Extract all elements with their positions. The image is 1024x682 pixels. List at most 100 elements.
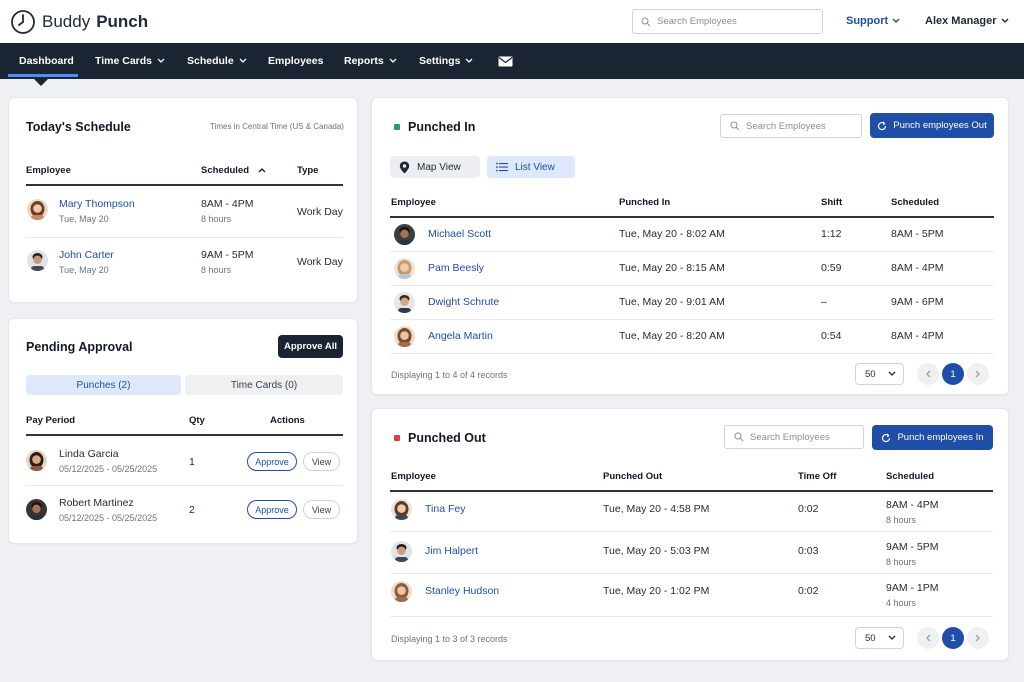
chevron-down-icon (892, 18, 900, 23)
status-indicator (394, 124, 400, 130)
employee-link[interactable]: Pam Beesly (428, 262, 484, 274)
qty: 2 (189, 504, 195, 516)
view-button[interactable]: View (303, 452, 340, 471)
nav-item-messages[interactable] (498, 43, 513, 79)
scheduled-hours: 4 hours (886, 598, 917, 608)
column-header-scheduled[interactable]: Scheduled (201, 165, 266, 176)
page-number-button[interactable]: 1 (942, 363, 964, 385)
header-search[interactable] (632, 9, 823, 34)
scheduled-shift: 8AM - 4PM (886, 499, 939, 511)
logo-text-punch: Punch (96, 12, 149, 31)
punched-time: Tue, May 20 - 5:03 PM (603, 545, 710, 557)
nav-label: Settings (419, 55, 461, 67)
tab-time-cards[interactable]: Time Cards (0) (185, 375, 343, 395)
prev-page-button[interactable] (917, 363, 939, 385)
employee-link[interactable]: John Carter (59, 249, 114, 261)
list-icon (496, 162, 508, 172)
approve-button[interactable]: Approve (247, 452, 297, 471)
column-header-scheduled: Scheduled (891, 197, 940, 208)
column-header-punched-out: Punched Out (603, 471, 663, 482)
scheduled-hours: 8 hours (886, 515, 917, 525)
envelope-icon (498, 56, 513, 66)
punched-time: Tue, May 20 - 8:20 AM (619, 330, 725, 342)
row-type: Work Day (297, 256, 343, 268)
tab-punches[interactable]: Punches (2) (26, 375, 181, 395)
tab-list-view[interactable]: List View (487, 156, 575, 178)
nav-item-schedule[interactable]: Schedule (187, 43, 247, 79)
nav-item-settings[interactable]: Settings (419, 43, 473, 79)
pending-approval-card: Pending Approval Approve All Punches (2)… (8, 318, 358, 544)
employee-link[interactable]: Stanley Hudson (425, 585, 499, 597)
header-rule (26, 184, 343, 186)
page-size-select[interactable]: 50 (855, 363, 904, 385)
time-off: 0:03 (798, 545, 819, 557)
column-header-employee: Employee (391, 471, 436, 482)
row-divider (390, 573, 993, 574)
column-header-actions: Actions (270, 415, 305, 426)
button-label: Punch employees In (897, 432, 984, 443)
row-date: Tue, May 20 (59, 265, 109, 275)
main-nav: Dashboard Time Cards Schedule Employees … (0, 43, 1024, 79)
row-date: Tue, May 20 (59, 214, 109, 224)
row-divider (390, 285, 994, 286)
employee-link[interactable]: Mary Thompson (59, 198, 135, 210)
view-button[interactable]: View (303, 500, 340, 519)
punched-time: Tue, May 20 - 9:01 AM (619, 296, 725, 308)
punch-employees-in-button[interactable]: Punch employees In (872, 425, 993, 450)
punched-in-search[interactable]: Search Employees (720, 114, 862, 138)
logo[interactable]: Buddy Punch (10, 9, 148, 35)
refresh-icon (878, 121, 887, 130)
row-shift: 8AM - 4PM (201, 198, 254, 210)
todays-schedule-card: Today's Schedule Times in Central Time (… (8, 97, 358, 303)
punch-employees-out-button[interactable]: Punch employees Out (870, 113, 994, 138)
punched-out-search[interactable]: Search Employees (724, 425, 864, 449)
card-title: Today's Schedule (26, 120, 131, 134)
search-icon (734, 432, 744, 442)
employee-link[interactable]: Tina Fey (425, 503, 465, 515)
column-header-employee: Employee (26, 165, 71, 176)
header-search-input[interactable] (657, 16, 817, 27)
top-bar: Buddy Punch Support Alex Manager (0, 0, 1024, 43)
time-off: 0:02 (798, 503, 819, 515)
scheduled-shift: 8AM - 4PM (891, 262, 944, 274)
employee-link[interactable]: Angela Martin (428, 330, 493, 342)
row-divider (390, 319, 994, 320)
column-header-shift: Shift (821, 197, 843, 208)
employee-link[interactable]: Dwight Schrute (428, 296, 499, 308)
card-title: Pending Approval (26, 340, 133, 354)
employee-link[interactable]: Jim Halpert (425, 545, 478, 557)
next-page-button[interactable] (967, 627, 989, 649)
shift-duration: – (821, 296, 827, 308)
support-menu[interactable]: Support (846, 15, 900, 27)
punched-time: Tue, May 20 - 1:02 PM (603, 585, 710, 597)
time-off: 0:02 (798, 585, 819, 597)
user-name: Alex Manager (925, 15, 997, 27)
page-number-button[interactable]: 1 (942, 627, 964, 649)
support-label: Support (846, 15, 889, 27)
shift-duration: 1:12 (821, 228, 842, 240)
page-size-value: 50 (865, 368, 876, 380)
approve-button[interactable]: Approve (247, 500, 297, 519)
next-page-button[interactable] (967, 363, 989, 385)
row-divider (26, 237, 343, 238)
pay-period: 05/12/2025 - 05/25/2025 (59, 464, 158, 474)
nav-item-reports[interactable]: Reports (344, 43, 397, 79)
avatar (391, 581, 412, 602)
page-size-select[interactable]: 50 (855, 627, 904, 649)
employee-link[interactable]: Michael Scott (428, 228, 491, 240)
user-menu[interactable]: Alex Manager (925, 15, 1009, 27)
approve-all-button[interactable]: Approve All (278, 335, 343, 358)
chevron-down-icon (888, 635, 896, 640)
prev-page-button[interactable] (917, 627, 939, 649)
avatar (391, 499, 412, 520)
avatar (394, 258, 415, 279)
records-summary: Displaying 1 to 3 of 3 records (391, 634, 508, 644)
avatar (27, 250, 48, 271)
avatar (391, 541, 412, 562)
tab-label: Map View (417, 161, 461, 173)
row-divider (390, 531, 993, 532)
nav-item-time-cards[interactable]: Time Cards (95, 43, 165, 79)
tab-map-view[interactable]: Map View (390, 156, 480, 178)
avatar (27, 199, 48, 220)
nav-item-employees[interactable]: Employees (268, 43, 323, 79)
